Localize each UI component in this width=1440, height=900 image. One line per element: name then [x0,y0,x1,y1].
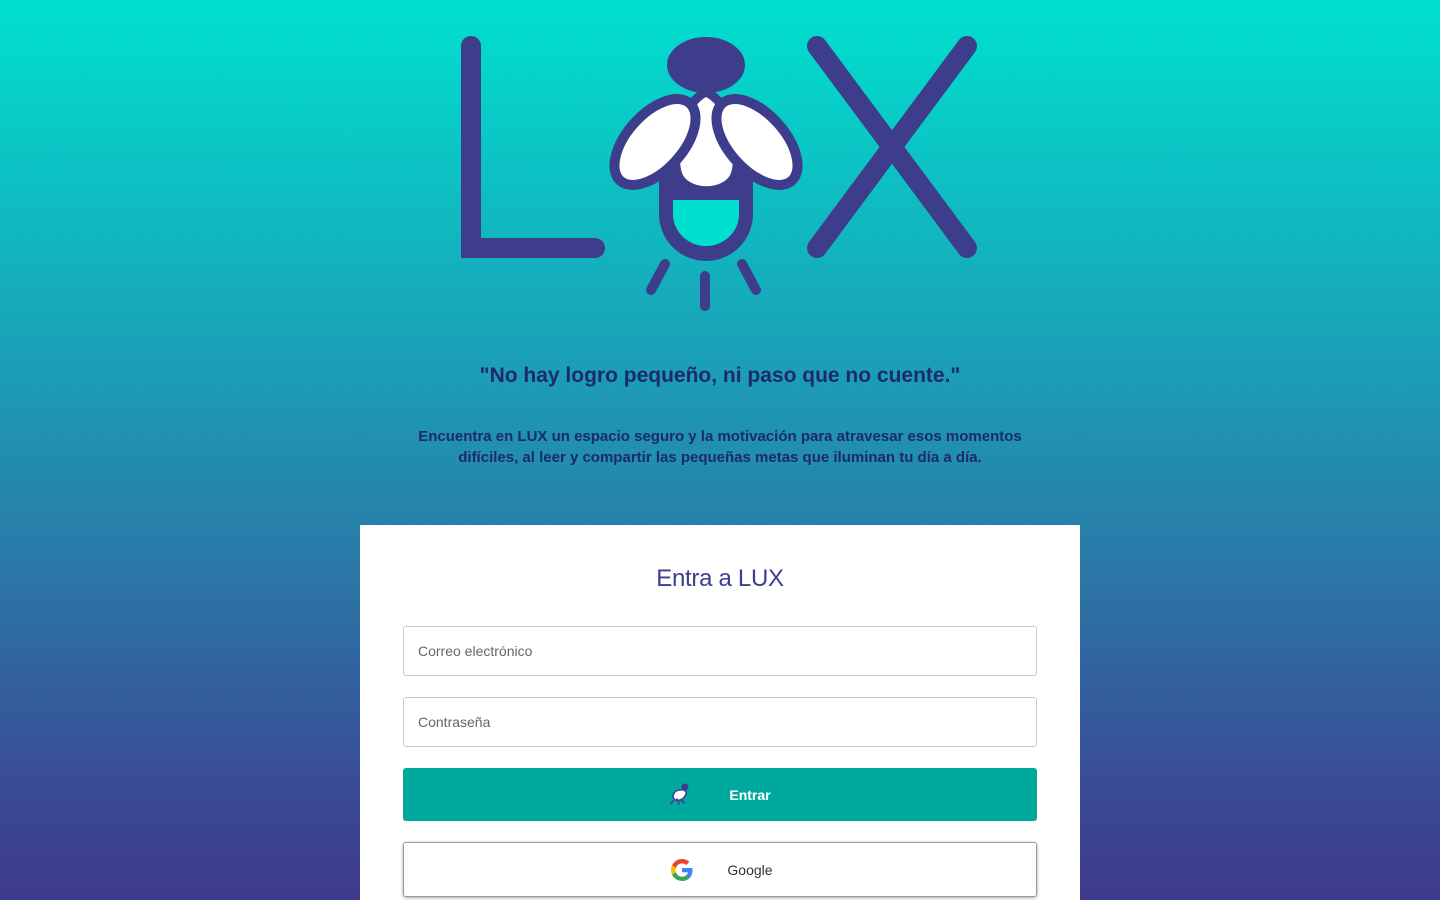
enter-button[interactable]: Entrar [403,768,1037,821]
email-field[interactable] [403,626,1037,676]
login-title: Entra a LUX [656,565,784,592]
motto-quote: "No hay logro pequeño, ni paso que no cu… [479,364,961,387]
google-signin-button[interactable]: Google [403,842,1037,897]
firefly-icon [609,37,803,311]
enter-button-label: Entrar [729,786,771,803]
intro-description: Encuentra en LUX un espacio seguro y la … [418,428,1022,466]
lux-logo [455,32,985,322]
google-button-label: Google [727,861,773,878]
password-field[interactable] [403,697,1037,747]
login-card: Entra a LUX Entrar Google [360,525,1080,900]
firefly-icon [668,782,694,808]
google-icon [669,857,695,883]
